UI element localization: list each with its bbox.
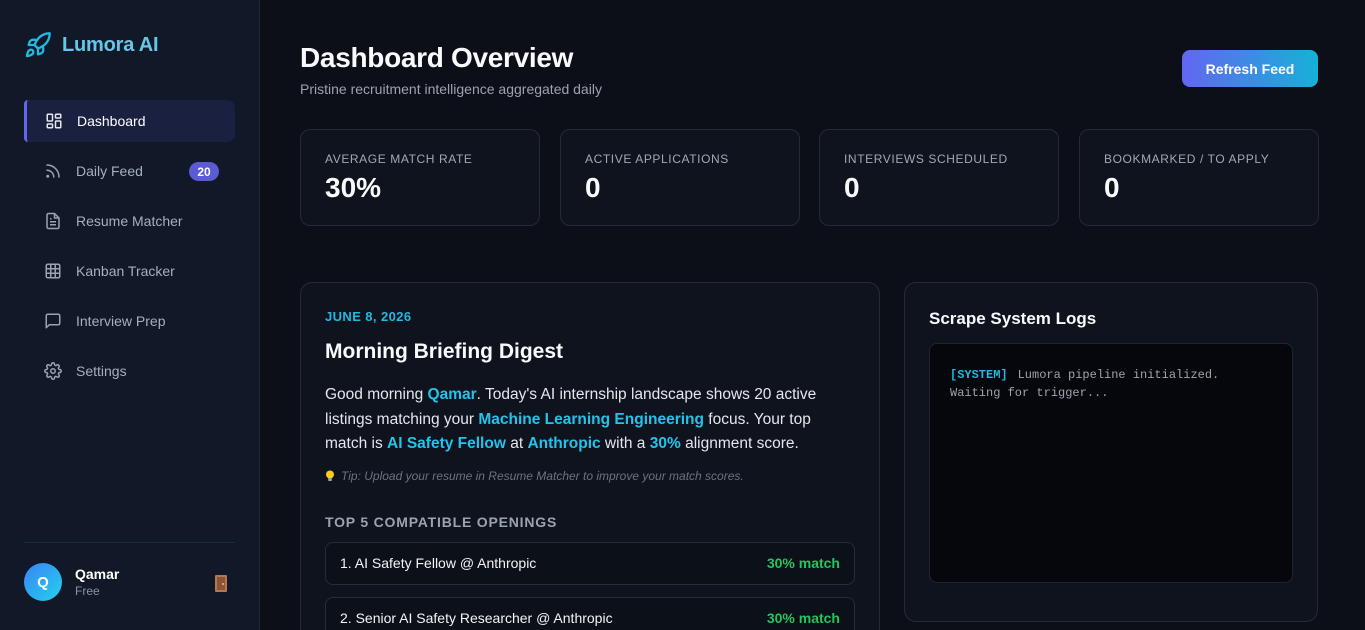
lightbulb-icon bbox=[326, 470, 334, 481]
brand-name: Lumora AI bbox=[62, 33, 159, 56]
digest-title: Morning Briefing Digest bbox=[325, 340, 563, 363]
user-name-highlight: Qamar bbox=[427, 386, 477, 403]
log-line: Waiting for trigger... bbox=[950, 384, 1272, 402]
stat-card-active-applications: ACTIVE APPLICATIONS 0 bbox=[560, 129, 800, 226]
log-text: Waiting for trigger... bbox=[950, 386, 1109, 400]
sidebar-item-label: Interview Prep bbox=[76, 313, 166, 329]
stat-value: 30% bbox=[325, 172, 382, 203]
log-text: Lumora pipeline initialized. bbox=[1017, 368, 1220, 382]
brand[interactable]: Lumora AI bbox=[24, 31, 159, 59]
chat-icon bbox=[45, 313, 61, 329]
body-text: Good morning bbox=[325, 386, 428, 403]
score-highlight: 30% bbox=[649, 435, 681, 452]
log-tag: [SYSTEM] bbox=[950, 368, 1008, 382]
digest-date: JUNE 8, 2026 bbox=[325, 309, 412, 324]
user-plan: Free bbox=[75, 584, 100, 598]
logs-title: Scrape System Logs bbox=[929, 309, 1097, 328]
gear-icon bbox=[44, 362, 62, 380]
body-text: at bbox=[505, 435, 528, 452]
sidebar-item-label: Settings bbox=[76, 363, 127, 379]
rss-icon bbox=[46, 164, 60, 178]
opening-match: 30% match bbox=[766, 555, 840, 571]
stat-label: INTERVIEWS SCHEDULED bbox=[844, 152, 1008, 166]
scrape-logs-card: Scrape System Logs [SYSTEM] Lumora pipeli… bbox=[904, 282, 1318, 622]
sidebar-item-dashboard[interactable]: Dashboard bbox=[24, 100, 235, 142]
page-subtitle: Pristine recruitment intelligence aggreg… bbox=[300, 81, 602, 97]
refresh-feed-button[interactable]: Refresh Feed bbox=[1182, 50, 1318, 87]
stat-value: 0 bbox=[585, 172, 601, 203]
sidebar-item-daily-feed[interactable]: Daily Feed 20 bbox=[24, 150, 235, 192]
sidebar-item-kanban-tracker[interactable]: Kanban Tracker bbox=[24, 250, 235, 292]
digest-body: Good morning Qamar. Today's AI internshi… bbox=[325, 383, 845, 457]
page-title: Dashboard Overview bbox=[300, 42, 574, 73]
sidebar-item-settings[interactable]: Settings bbox=[24, 350, 235, 392]
briefing-digest-card: JUNE 8, 2026 Morning Briefing Digest Goo… bbox=[300, 282, 880, 630]
sidebar-item-label: Resume Matcher bbox=[76, 213, 183, 229]
user-name: Qamar bbox=[75, 566, 120, 582]
rocket-icon bbox=[25, 32, 51, 58]
body-text: with a bbox=[600, 435, 650, 452]
log-line: [SYSTEM] Lumora pipeline initialized. bbox=[950, 366, 1272, 384]
tip: Tip: Upload your resume in Resume Matche… bbox=[325, 469, 855, 483]
log-terminal[interactable]: [SYSTEM] Lumora pipeline initialized. Wai… bbox=[929, 343, 1293, 583]
sidebar-item-label: Dashboard bbox=[77, 113, 146, 129]
sidebar-item-label: Kanban Tracker bbox=[76, 263, 175, 279]
stat-card-interviews-scheduled: INTERVIEWS SCHEDULED 0 bbox=[819, 129, 1059, 226]
sidebar: Lumora AI Dashboard Daily Feed 20 Resume… bbox=[0, 0, 260, 630]
avatar: Q bbox=[24, 563, 62, 601]
grid-icon bbox=[45, 263, 61, 279]
role-highlight: AI Safety Fellow bbox=[387, 435, 506, 452]
sidebar-item-label: Daily Feed bbox=[76, 163, 143, 179]
stat-label: BOOKMARKED / TO APPLY bbox=[1104, 152, 1270, 166]
dashboard-icon bbox=[46, 113, 62, 129]
user-profile[interactable]: Q Qamar Free bbox=[24, 563, 119, 601]
sidebar-divider bbox=[24, 542, 235, 543]
count-badge: 20 bbox=[189, 162, 219, 181]
tip-text: Tip: Upload your resume in Resume Matche… bbox=[341, 468, 744, 483]
opening-title: 2. Senior AI Safety Researcher @ Anthrop… bbox=[340, 610, 613, 626]
opening-item[interactable]: 1. AI Safety Fellow @ Anthropic 30% matc… bbox=[325, 541, 855, 585]
focus-highlight: Machine Learning Engineering bbox=[478, 410, 704, 428]
document-icon bbox=[46, 212, 60, 230]
stat-label: AVERAGE MATCH RATE bbox=[325, 152, 473, 166]
company-highlight: Anthropic bbox=[527, 435, 601, 452]
stat-card-bookmarked: BOOKMARKED / TO APPLY 0 bbox=[1079, 129, 1319, 226]
sidebar-item-interview-prep[interactable]: Interview Prep bbox=[24, 300, 235, 342]
stat-label: ACTIVE APPLICATIONS bbox=[585, 152, 729, 166]
openings-section-title: TOP 5 COMPATIBLE OPENINGS bbox=[325, 513, 558, 530]
opening-match: 30% match bbox=[766, 610, 840, 626]
stat-value: 0 bbox=[844, 172, 860, 203]
stat-value: 0 bbox=[1104, 172, 1120, 203]
sidebar-nav: Dashboard Daily Feed 20 Resume Matcher K… bbox=[24, 100, 235, 400]
sidebar-item-resume-matcher[interactable]: Resume Matcher bbox=[24, 200, 235, 242]
door-icon[interactable] bbox=[215, 575, 227, 592]
opening-title: 1. AI Safety Fellow @ Anthropic bbox=[340, 555, 537, 571]
opening-item[interactable]: 2. Senior AI Safety Researcher @ Anthrop… bbox=[325, 596, 855, 630]
body-text: alignment score. bbox=[680, 435, 799, 452]
stat-card-average-match-rate: AVERAGE MATCH RATE 30% bbox=[300, 129, 540, 226]
